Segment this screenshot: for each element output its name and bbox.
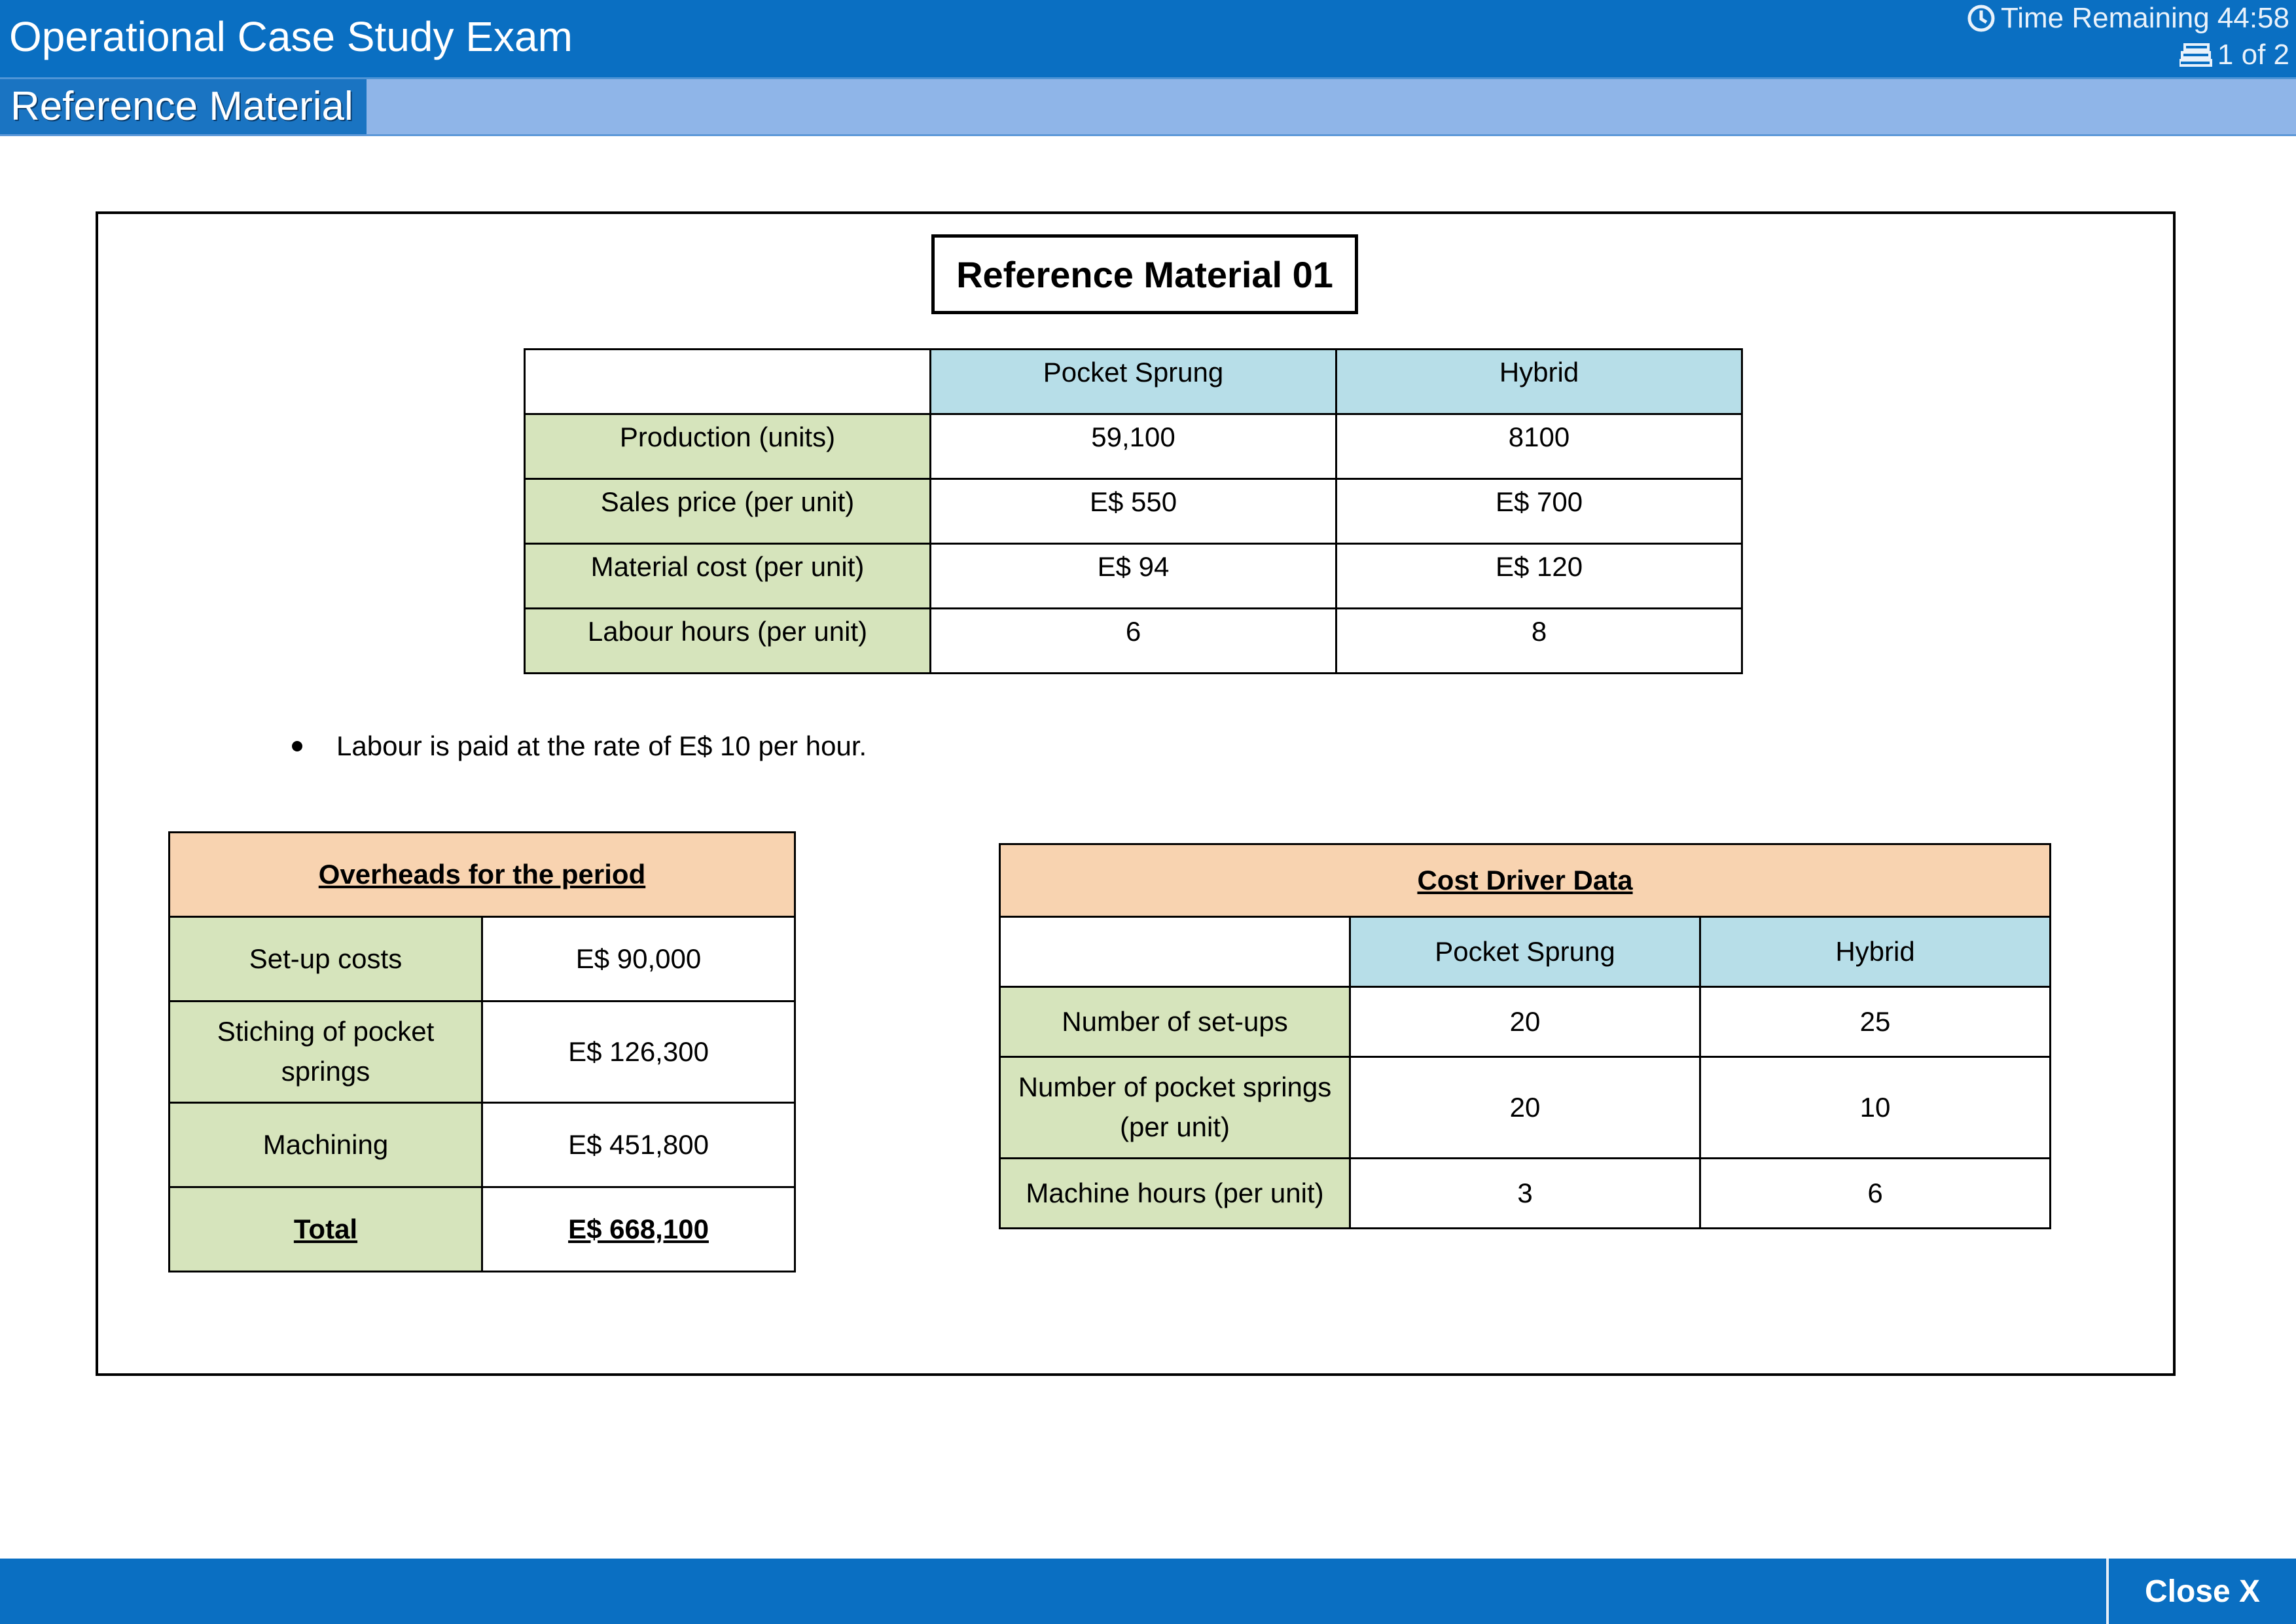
table-cell: 6	[1698, 1157, 2052, 1229]
tab-bar: Reference Material	[0, 79, 2296, 136]
table-row: Sales price (per unit) E$ 550 E$ 700	[524, 478, 1743, 545]
timer-text: Time Remaining 44:58	[2000, 2, 2289, 34]
table-corner-cell	[999, 916, 1351, 988]
row-label: Labour hours (per unit)	[524, 607, 931, 674]
page-indicator-text: 1 of 2	[2217, 39, 2289, 71]
table-cell: 25	[1698, 986, 2052, 1058]
table-cell: E$ 120	[1335, 543, 1743, 609]
table-cell: E$ 126,300	[480, 1000, 797, 1104]
table-row: Production (units) 59,100 8100	[524, 413, 1743, 480]
footer-bar: Close X	[0, 1559, 2296, 1624]
column-header: Hybrid	[1335, 348, 1743, 415]
column-header: Pocket Sprung	[1349, 916, 1701, 988]
table-cell: 20	[1349, 986, 1701, 1058]
clock-icon	[1967, 5, 1995, 32]
table-cell: E$ 90,000	[480, 916, 797, 1002]
table-row: Number of pocket springs (per unit) 20 1…	[999, 1056, 2052, 1159]
table-row: Machine hours (per unit) 3 6	[999, 1157, 2052, 1229]
table-cell: 8	[1335, 607, 1743, 674]
column-header: Hybrid	[1698, 916, 2052, 988]
table-row: Number of set-ups 20 25	[999, 986, 2052, 1058]
table-cell: E$ 451,800	[480, 1102, 797, 1188]
table-cell: 10	[1698, 1056, 2052, 1159]
table-corner-cell	[524, 348, 931, 415]
row-label: Sales price (per unit)	[524, 478, 931, 545]
table-total-row: Total E$ 668,100	[168, 1186, 797, 1272]
table-cell: E$ 700	[1335, 478, 1743, 545]
table-header-row: Pocket Sprung Hybrid	[524, 348, 1743, 415]
table-cell: 20	[1349, 1056, 1701, 1159]
document-title: Reference Material 01	[931, 234, 1358, 314]
time-remaining: Time Remaining 44:58	[1967, 4, 2289, 33]
table-row: Set-up costs E$ 90,000	[168, 916, 797, 1002]
page-indicator: 1 of 2	[2179, 41, 2289, 69]
total-label: Total	[168, 1186, 483, 1272]
table-cell: E$ 550	[929, 478, 1337, 545]
production-table: Pocket Sprung Hybrid Production (units) …	[524, 348, 1743, 674]
overheads-title: Overheads for the period	[168, 831, 797, 918]
row-label: Machine hours (per unit)	[999, 1157, 1351, 1229]
table-title-row: Overheads for the period	[168, 831, 797, 918]
row-label: Number of pocket springs (per unit)	[999, 1056, 1351, 1159]
cost-driver-title: Cost Driver Data	[998, 843, 2052, 918]
row-label: Material cost (per unit)	[524, 543, 931, 609]
cost-driver-table: Cost Driver Data Pocket Sprung Hybrid Nu…	[998, 843, 2052, 1229]
exam-title: Operational Case Study Exam	[9, 13, 573, 60]
table-row: Material cost (per unit) E$ 94 E$ 120	[524, 543, 1743, 609]
column-header: Pocket Sprung	[929, 348, 1337, 415]
row-label: Set-up costs	[168, 916, 483, 1002]
table-header-row: Pocket Sprung Hybrid	[999, 916, 2052, 988]
row-label: Stiching of pocket springs	[168, 1000, 483, 1104]
row-label: Machining	[168, 1102, 483, 1188]
table-cell: 59,100	[929, 413, 1337, 480]
bullet-icon	[292, 741, 302, 751]
labour-rate-note: Labour is paid at the rate of E$ 10 per …	[292, 731, 867, 762]
total-value: E$ 668,100	[480, 1186, 797, 1272]
pages-icon	[2179, 43, 2212, 67]
table-cell: 3	[1349, 1157, 1701, 1229]
table-cell: E$ 94	[929, 543, 1337, 609]
close-button[interactable]: Close X	[2106, 1559, 2296, 1624]
table-title-row: Cost Driver Data	[998, 843, 2052, 918]
row-label: Production (units)	[524, 413, 931, 480]
table-row: Labour hours (per unit) 6 8	[524, 607, 1743, 674]
table-cell: 6	[929, 607, 1337, 674]
note-text: Labour is paid at the rate of E$ 10 per …	[336, 731, 867, 761]
table-row: Machining E$ 451,800	[168, 1102, 797, 1188]
exam-header: Operational Case Study Exam Time Remaini…	[0, 0, 2296, 79]
table-row: Stiching of pocket springs E$ 126,300	[168, 1000, 797, 1104]
table-cell: 8100	[1335, 413, 1743, 480]
overheads-table: Overheads for the period Set-up costs E$…	[168, 831, 797, 1272]
tab-reference-material[interactable]: Reference Material	[0, 79, 367, 134]
row-label: Number of set-ups	[999, 986, 1351, 1058]
